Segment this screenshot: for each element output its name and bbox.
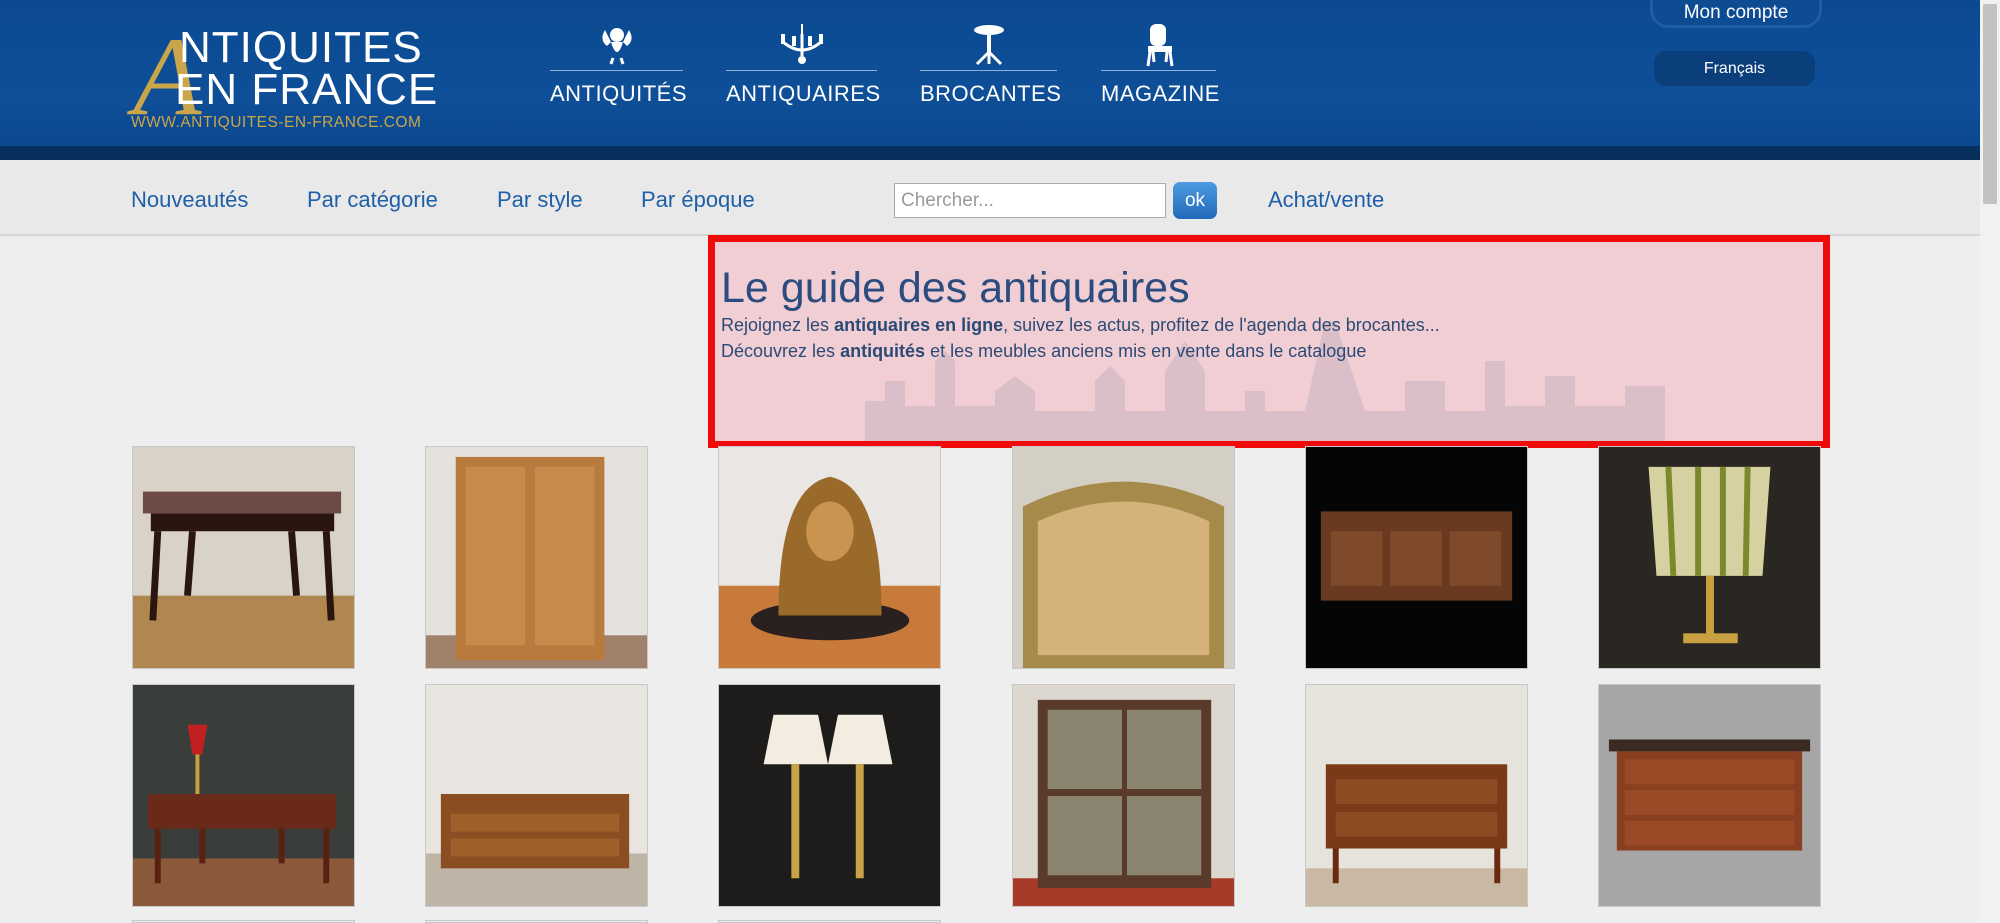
subnav-nouveautes[interactable]: Nouveautés (131, 187, 248, 213)
antiquaires-link[interactable]: antiquaires en ligne (834, 315, 1003, 335)
product-thumbnail[interactable] (425, 446, 648, 669)
guide-line-2: Découvrez les antiquités et les meubles … (721, 341, 1367, 361)
scrollbar-thumb[interactable] (1983, 4, 1997, 204)
product-thumbnail[interactable] (718, 684, 941, 907)
nav-antiquaires[interactable]: ANTIQUAIRES (726, 22, 881, 112)
nav-magazine[interactable]: MAGAZINE (1101, 22, 1220, 112)
marble-console-table-image (133, 447, 354, 668)
mirrored-panel-image (1013, 685, 1234, 906)
chandelier-icon (780, 24, 823, 64)
nav-brocantes[interactable]: BROCANTES (920, 22, 1062, 112)
mahogany-commode-image (1599, 685, 1820, 906)
search-input[interactable] (894, 183, 1166, 218)
product-thumbnail[interactable] (1598, 684, 1821, 907)
guide-banner: Le guide des antiquaires Rejoignez les a… (708, 235, 1830, 448)
product-thumbnail[interactable] (132, 446, 355, 669)
burl-wood-cabinet-image (426, 447, 647, 668)
subnav-par-style[interactable]: Par style (497, 187, 583, 213)
chair-icon (1146, 24, 1173, 67)
product-thumbnail[interactable] (1598, 446, 1821, 669)
walnut-commode-image (1306, 685, 1527, 906)
nav-antiquites[interactable]: ANTIQUITÉS (550, 22, 688, 112)
header-strip (0, 146, 1980, 160)
paris-skyline-graphic (865, 321, 1665, 441)
logo-line-2: EN FRANCE (175, 65, 439, 114)
search-submit-button[interactable]: ok (1173, 182, 1217, 219)
subnav-par-epoque[interactable]: Par époque (641, 187, 755, 213)
logo-url: WWW.ANTIQUITES-EN-FRANCE.COM (131, 114, 422, 131)
carved-sideboard-image (1306, 447, 1527, 668)
product-thumbnail[interactable] (132, 684, 355, 907)
subnav-par-categorie[interactable]: Par catégorie (307, 187, 438, 213)
product-thumbnail[interactable] (1305, 446, 1528, 669)
chest-of-drawers-image (426, 685, 647, 906)
product-thumbnail[interactable] (1012, 684, 1235, 907)
nav-label: ANTIQUAIRES (726, 81, 881, 106)
guide-title: Le guide des antiquaires (721, 264, 1190, 312)
site-header: A NTIQUITES EN FRANCE WWW.ANTIQUITES-EN-… (0, 0, 1980, 160)
pedestal-table-icon (973, 25, 1004, 66)
pair-of-brass-lamps-image (719, 685, 940, 906)
nav-label: BROCANTES (920, 81, 1062, 106)
writing-desk-image (133, 685, 354, 906)
sub-navigation: Nouveautés Par catégorie Par style Par é… (0, 160, 1980, 236)
product-thumbnail[interactable] (425, 684, 648, 907)
product-thumbnail[interactable] (1305, 684, 1528, 907)
product-thumbnail[interactable] (718, 446, 941, 669)
cherub-icon (601, 28, 632, 65)
antiquites-link[interactable]: antiquités (840, 341, 925, 361)
nav-label: ANTIQUITÉS (550, 81, 688, 106)
account-button[interactable]: Mon compte (1650, 0, 1822, 28)
beaded-table-lamp-image (1599, 447, 1820, 668)
logo-line-1: NTIQUITES (179, 23, 423, 72)
guide-line-1: Rejoignez les antiquaires en ligne, suiv… (721, 315, 1440, 335)
gilded-headboard-image (1013, 447, 1234, 668)
product-thumbnail[interactable] (1012, 446, 1235, 669)
language-selector[interactable]: Français (1654, 51, 1815, 86)
subnav-achat-vente[interactable]: Achat/vente (1268, 187, 1384, 213)
nav-label: MAGAZINE (1101, 81, 1220, 106)
bronze-madonna-bust-image (719, 447, 940, 668)
site-logo[interactable]: A NTIQUITES EN FRANCE WWW.ANTIQUITES-EN-… (131, 21, 441, 133)
